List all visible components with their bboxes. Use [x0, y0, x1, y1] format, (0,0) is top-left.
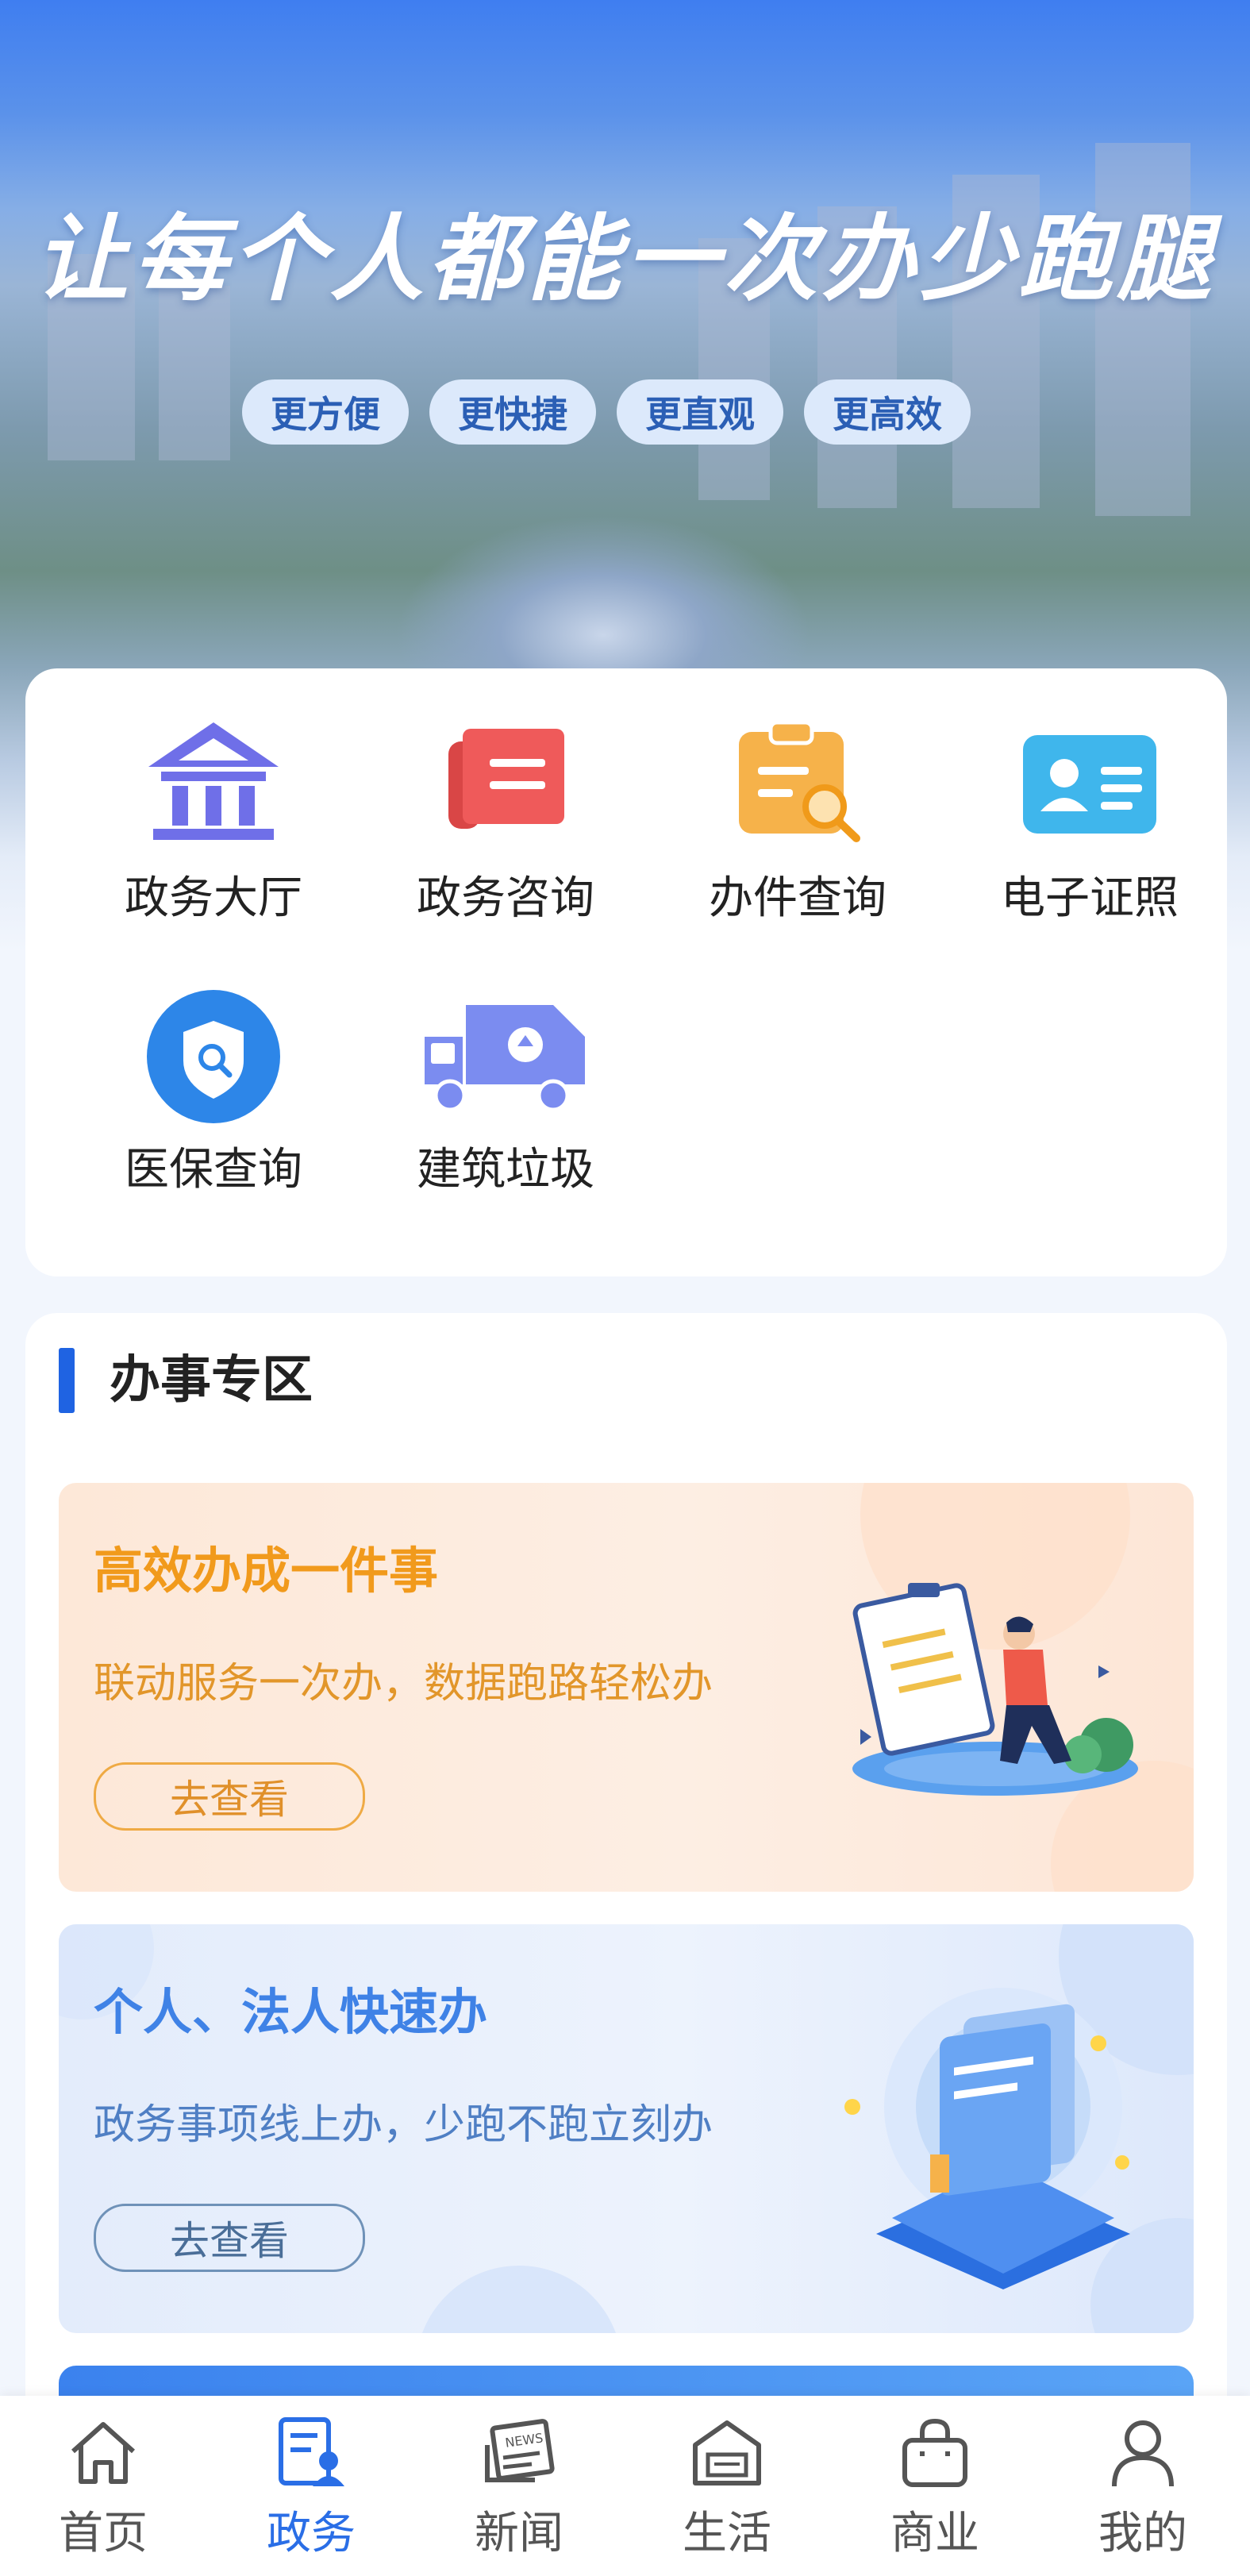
shield-search-icon: [142, 989, 285, 1123]
service-consult[interactable]: 政务咨询: [375, 718, 637, 926]
service-medical-insurance[interactable]: 医保查询: [83, 989, 344, 1198]
garbage-truck-icon: [425, 989, 585, 1116]
home-icon: [63, 2413, 143, 2493]
services-card: 政务大厅 政务咨询 办件查询 电子证照 医保查询 建筑垃圾: [25, 668, 1227, 1276]
news-icon: NEWS: [479, 2413, 559, 2493]
hero-title: 让每个人都能一次办少跑腿: [34, 204, 1216, 314]
tab-label: 新闻: [475, 2508, 563, 2559]
tab-label: 政务: [267, 2508, 356, 2559]
promo-subtitle: 联动服务一次办，数据跑路轻松办: [94, 1660, 713, 1708]
tab-label: 商业: [890, 2508, 979, 2559]
consult-document-icon: [434, 718, 577, 845]
bottom-tab-bar: 首页 政务 NEWS 新闻 生活 商业 我的: [0, 2396, 1250, 2576]
hero-tag: 更高效: [804, 379, 971, 445]
service-construction-waste[interactable]: 建筑垃圾: [375, 989, 637, 1198]
clipboard-search-icon: [726, 718, 869, 845]
tab-government[interactable]: 政务: [240, 2413, 383, 2562]
service-government-hall[interactable]: 政务大厅: [83, 718, 344, 926]
hero-tag: 更快捷: [429, 379, 596, 445]
promo-card-fast[interactable]: 个人、法人快速办 政务事项线上办，少跑不跑立刻办 去查看: [59, 1924, 1194, 2333]
tab-label: 我的: [1098, 2508, 1187, 2559]
promo-subtitle: 政务事项线上办，少跑不跑立刻办: [94, 2101, 713, 2149]
service-e-license[interactable]: 电子证照: [959, 718, 1221, 926]
service-label: 办件查询: [709, 872, 887, 924]
service-label: 政务咨询: [417, 872, 594, 924]
view-button[interactable]: 去查看: [94, 1762, 365, 1831]
tab-home[interactable]: 首页: [32, 2413, 175, 2562]
tab-mine[interactable]: 我的: [1071, 2413, 1214, 2562]
shopping-bag-icon: [895, 2413, 975, 2493]
zone-title-accent: [59, 1348, 75, 1413]
promo-card-efficient[interactable]: 高效办成一件事 联动服务一次办，数据跑路轻松办 去查看: [59, 1483, 1194, 1892]
service-label: 政务大厅: [125, 872, 302, 924]
service-zone: 办事专区 高效办成一件事 联动服务一次办，数据跑路轻松办 去查看 个人、法人快速…: [25, 1313, 1227, 2567]
tab-business[interactable]: 商业: [863, 2413, 1006, 2562]
tab-label: 生活: [683, 2508, 771, 2559]
view-button[interactable]: 去查看: [94, 2204, 365, 2272]
service-label: 建筑垃圾: [417, 1144, 594, 1196]
hero-tag: 更直观: [617, 379, 783, 445]
tab-news[interactable]: NEWS 新闻: [448, 2413, 590, 2562]
online-service-illustration: [844, 1988, 1130, 2289]
service-case-query[interactable]: 办件查询: [667, 718, 929, 926]
svg-text:NEWS: NEWS: [504, 2430, 544, 2451]
life-icon: [687, 2413, 767, 2493]
user-icon: [1103, 2413, 1183, 2493]
tab-life[interactable]: 生活: [656, 2413, 798, 2562]
person-checklist-illustration: [852, 1583, 1138, 1796]
service-label: 医保查询: [125, 1144, 302, 1196]
zone-title: 办事专区: [110, 1351, 313, 1410]
service-label: 电子证照: [1001, 872, 1179, 924]
tab-label: 首页: [59, 2508, 148, 2559]
id-card-icon: [1018, 718, 1161, 845]
government-affairs-icon: [271, 2413, 351, 2493]
government-hall-icon: [142, 718, 285, 845]
hero-tag: 更方便: [242, 379, 409, 445]
hero-tags: 更方便 更快捷 更直观 更高效: [242, 379, 971, 445]
promo-title: 高效办成一件事: [94, 1542, 439, 1600]
promo-title: 个人、法人快速办: [94, 1983, 488, 2041]
